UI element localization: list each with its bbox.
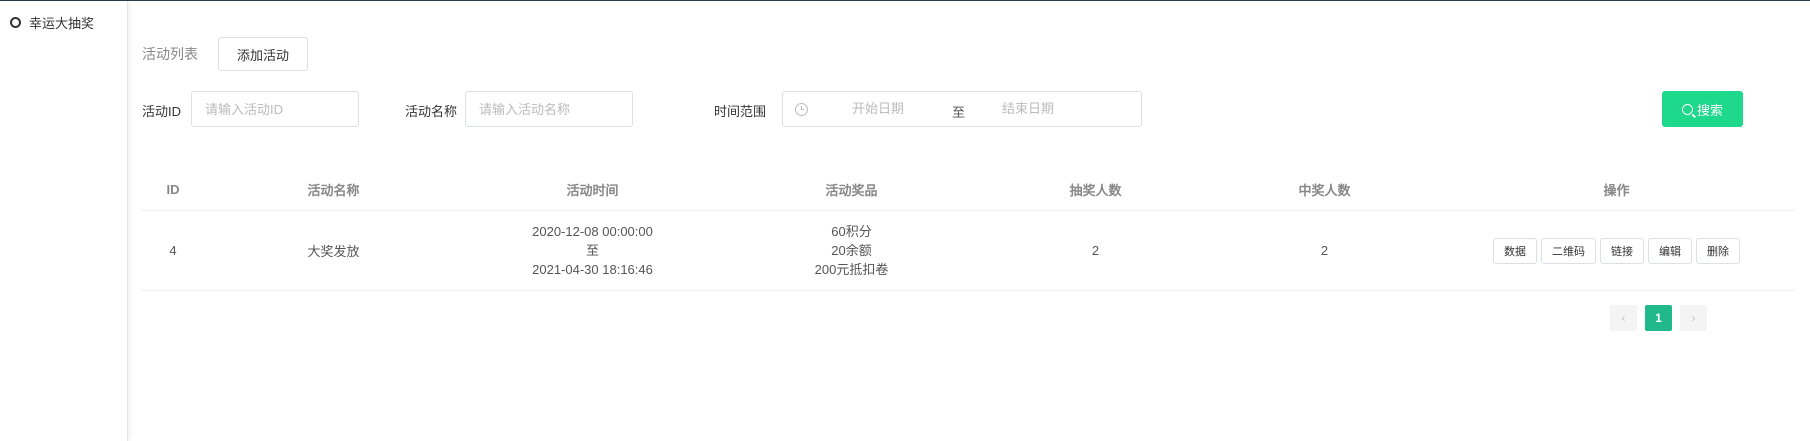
- cell-id: 4: [169, 243, 177, 258]
- circle-icon: [10, 17, 21, 28]
- time-range-label: 时间范围: [714, 104, 767, 119]
- range-separator: 至: [952, 105, 966, 120]
- column-header-prizes: 活动奖品: [825, 182, 878, 198]
- page-title: 活动列表: [142, 46, 198, 62]
- data-button[interactable]: 数据: [1493, 237, 1537, 264]
- time-separator: 至: [585, 243, 599, 258]
- main-content: 活动列表 添加活动 活动ID 活动名称 时间范围 至 搜索 ID 活动名称 活动…: [142, 0, 1794, 441]
- activity-id-label: 活动ID: [142, 104, 182, 119]
- activity-name-label: 活动名称: [405, 104, 458, 119]
- time-end: 2021-04-30 18:16:46: [532, 262, 653, 277]
- table-header: ID 活动名称 活动时间 活动奖品 抽奖人数 中奖人数 操作: [142, 168, 1794, 211]
- column-header-actions: 操作: [1603, 182, 1630, 198]
- cell-actions: 数据 二维码 链接 编辑 删除: [1439, 237, 1794, 264]
- action-buttons: 数据 二维码 链接 编辑 删除: [1439, 237, 1794, 264]
- add-activity-button[interactable]: 添加活动: [218, 37, 309, 71]
- edit-button[interactable]: 编辑: [1648, 237, 1692, 264]
- sidebar-item-label: 幸运大抽奖: [29, 16, 95, 31]
- filter-bar: 活动ID 活动名称 时间范围 至 搜索: [142, 91, 1794, 127]
- column-header-name: 活动名称: [307, 182, 360, 198]
- prize-item: 20余额: [831, 243, 872, 258]
- activity-name-input[interactable]: [465, 91, 633, 127]
- cell-time: 2020-12-08 00:00:00 至 2021-04-30 18:16:4…: [463, 222, 722, 279]
- cell-win-count: 2: [1320, 243, 1329, 258]
- column-header-id: ID: [166, 181, 180, 197]
- column-header-draw-count: 抽奖人数: [1069, 182, 1122, 198]
- search-button-label: 搜索: [1696, 102, 1723, 118]
- sidebar: 幸运大抽奖: [0, 1, 128, 441]
- date-range-picker[interactable]: 至: [782, 91, 1142, 127]
- title-row: 活动列表 添加活动: [142, 37, 309, 71]
- prize-item: 60积分: [831, 224, 872, 239]
- search-button[interactable]: 搜索: [1662, 91, 1743, 127]
- time-start: 2020-12-08 00:00:00: [532, 224, 653, 239]
- search-icon: [1681, 103, 1693, 115]
- activity-id-input[interactable]: [191, 91, 359, 127]
- sidebar-item-lucky-draw[interactable]: 幸运大抽奖: [10, 13, 94, 32]
- table-row: 4 大奖发放 2020-12-08 00:00:00 至 2021-04-30 …: [142, 211, 1794, 291]
- start-date-input[interactable]: [833, 101, 923, 116]
- end-date-input[interactable]: [983, 101, 1073, 116]
- column-header-win-count: 中奖人数: [1298, 182, 1351, 198]
- activity-table: ID 活动名称 活动时间 活动奖品 抽奖人数 中奖人数 操作 4 大奖发放 20…: [142, 168, 1794, 291]
- next-page-button[interactable]: ›: [1680, 305, 1707, 331]
- prev-page-button[interactable]: ‹: [1610, 305, 1637, 331]
- cell-name: 大奖发放: [307, 244, 360, 259]
- cell-prizes: 60积分 20余额 200元抵扣卷: [722, 222, 981, 279]
- page-1-button[interactable]: 1: [1645, 305, 1672, 331]
- qrcode-button[interactable]: 二维码: [1541, 237, 1596, 264]
- pagination: ‹ 1 ›: [1610, 305, 1707, 331]
- clock-icon: [795, 103, 808, 116]
- column-header-time: 活动时间: [566, 182, 619, 198]
- cell-draw-count: 2: [1091, 243, 1100, 258]
- delete-button[interactable]: 删除: [1696, 237, 1740, 264]
- link-button[interactable]: 链接: [1600, 237, 1644, 264]
- prize-item: 200元抵扣卷: [814, 262, 889, 277]
